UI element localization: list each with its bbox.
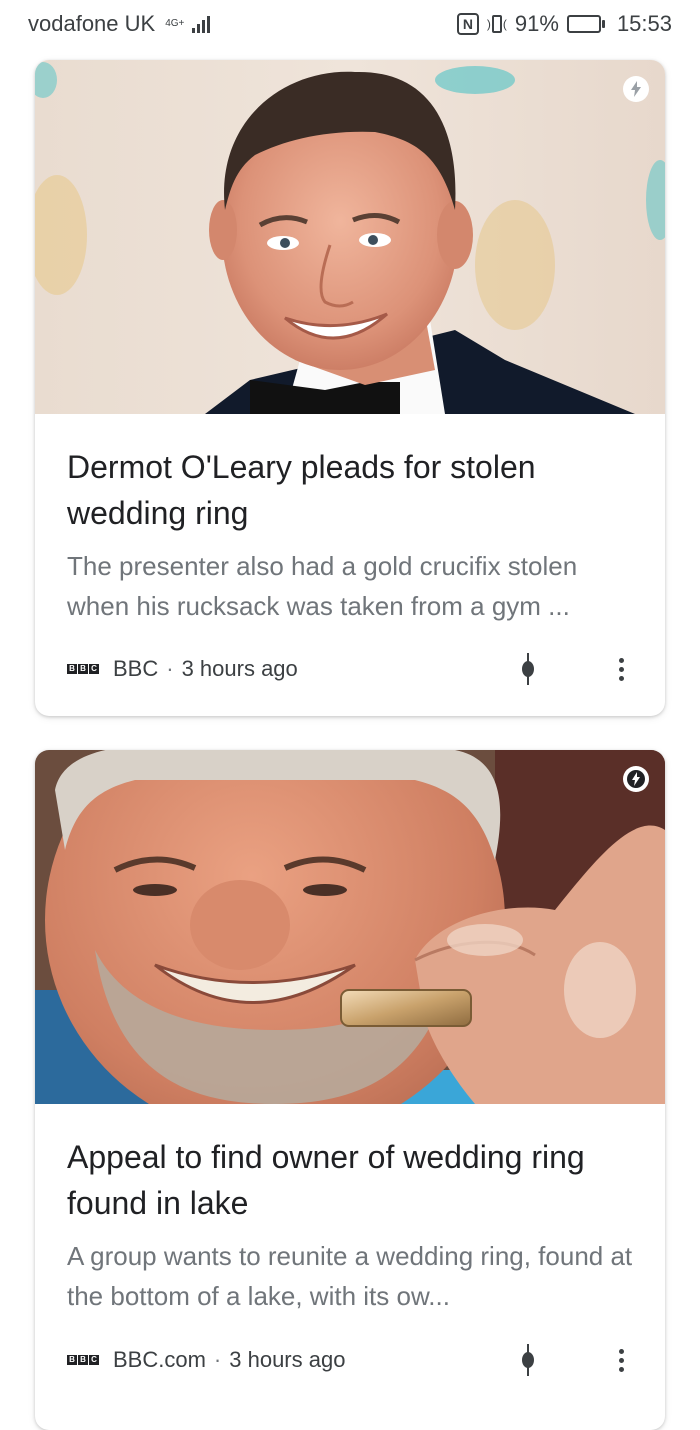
network-badge: 4G+ <box>165 19 184 29</box>
carrier-name: vodafone UK <box>28 11 156 36</box>
bbc-logo-icon: BBC <box>67 1355 99 1365</box>
bbc-logo-icon: BBC <box>67 664 99 674</box>
article-source: BBC <box>113 656 159 681</box>
meta-separator: · <box>213 1347 222 1372</box>
article-time: 3 hours ago <box>181 656 298 681</box>
article-photo-man-in-tuxedo <box>35 60 665 414</box>
article-headline[interactable]: Dermot O'Leary pleads for stolen wedding… <box>67 444 633 536</box>
article-source: BBC.com <box>113 1347 206 1372</box>
article-body: Appeal to find owner of wedding ring fou… <box>35 1104 665 1316</box>
amp-lightning-icon <box>623 76 649 102</box>
more-options-icon[interactable] <box>609 1340 633 1380</box>
signal-icon <box>192 15 211 33</box>
article-headline[interactable]: Appeal to find owner of wedding ring fou… <box>67 1134 633 1226</box>
status-right: N )( 91% 15:53 <box>456 11 672 37</box>
article-image[interactable] <box>35 60 665 414</box>
follow-topic-icon[interactable] <box>513 649 543 689</box>
follow-topic-icon[interactable] <box>513 1340 543 1380</box>
article-snippet: The presenter also had a gold crucifix s… <box>67 551 578 621</box>
more-options-icon[interactable] <box>609 649 633 689</box>
status-bar: vodafone UK 4G+ N )( 91% 15:53 <box>0 0 700 48</box>
article-meta: BBC BBC.com · 3 hours ago <box>67 1340 633 1380</box>
article-photo-man-holding-ring <box>35 750 665 1104</box>
status-left: vodafone UK 4G+ <box>28 11 211 37</box>
article-meta: BBC BBC · 3 hours ago <box>67 649 633 689</box>
vibrate-icon: )( <box>486 15 507 33</box>
meta-separator: · <box>166 656 174 681</box>
news-card[interactable]: Dermot O'Leary pleads for stolen wedding… <box>35 60 665 716</box>
battery-percent: 91% <box>514 11 559 36</box>
article-body: Dermot O'Leary pleads for stolen wedding… <box>35 414 665 626</box>
article-image[interactable] <box>35 750 665 1104</box>
battery-icon <box>566 15 605 33</box>
news-card[interactable]: Appeal to find owner of wedding ring fou… <box>35 750 665 1430</box>
amp-lightning-icon <box>623 766 649 792</box>
network-type: 4G+ <box>165 18 185 29</box>
clock: 15:53 <box>616 11 672 36</box>
article-time: 3 hours ago <box>229 1347 346 1372</box>
article-snippet: A group wants to reunite a wedding ring,… <box>67 1241 633 1311</box>
nfc-icon: N <box>456 13 479 35</box>
